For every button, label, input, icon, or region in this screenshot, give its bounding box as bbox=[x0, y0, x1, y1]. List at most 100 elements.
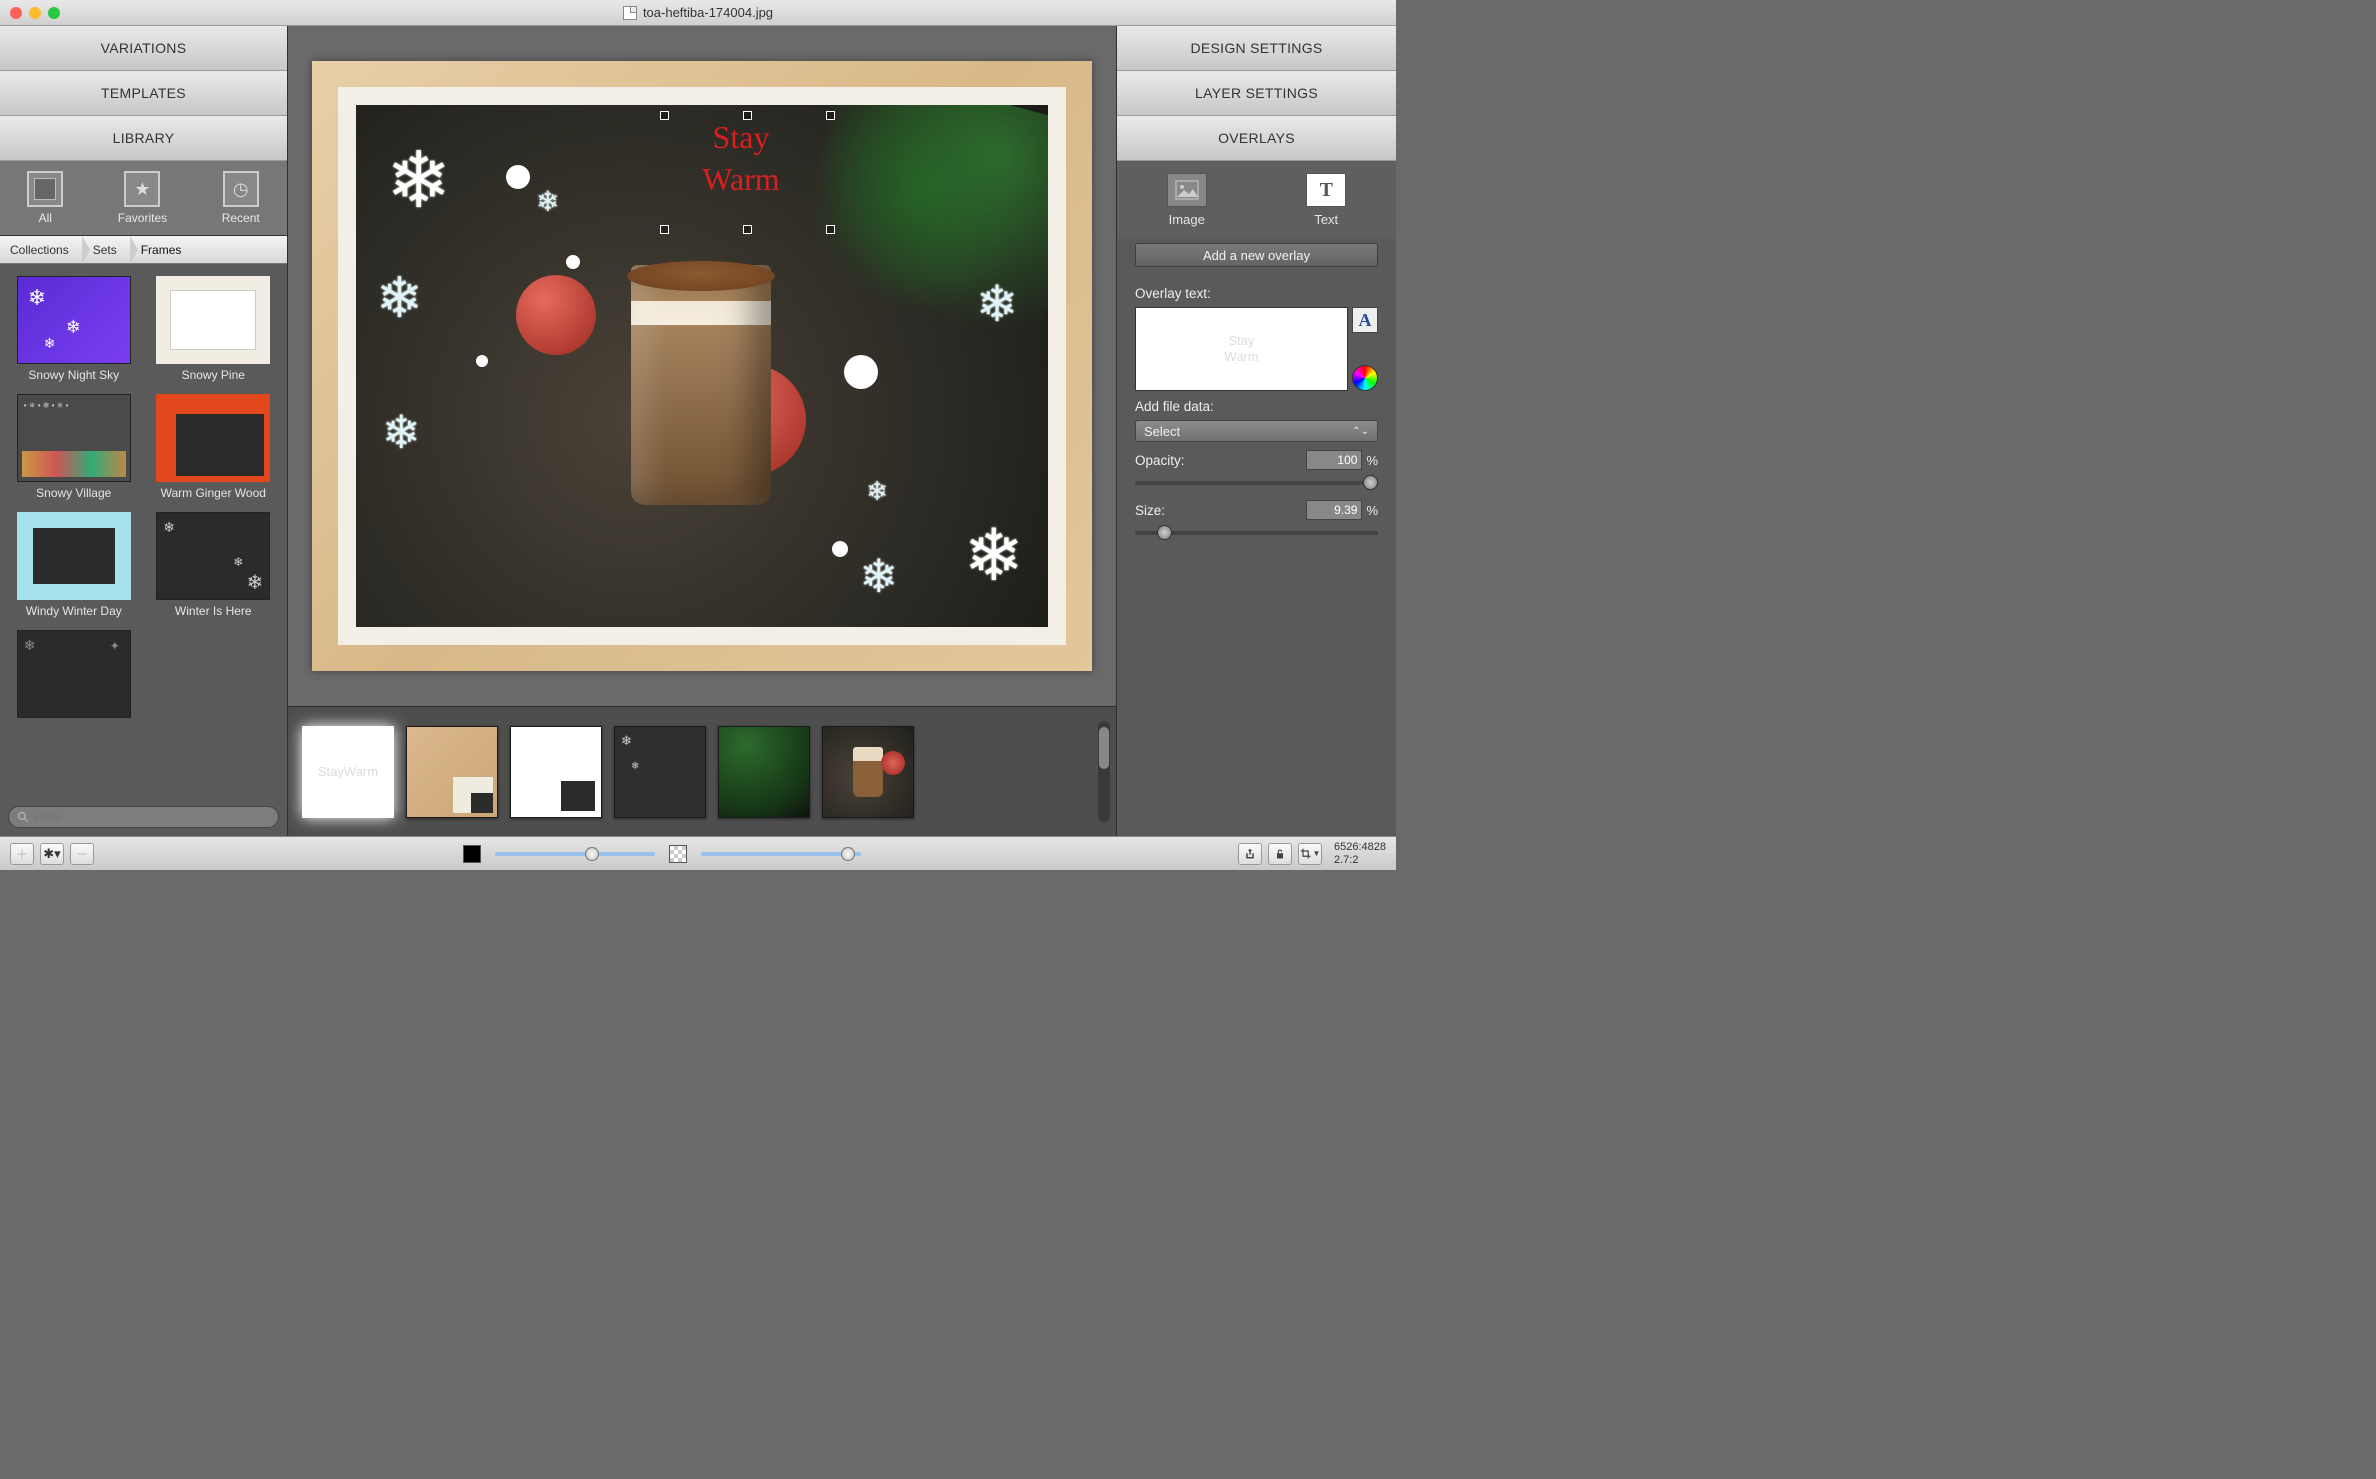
share-icon bbox=[1244, 848, 1256, 860]
layer-strip: Stay Warm ❄ ❄ bbox=[288, 706, 1116, 836]
text-icon: T bbox=[1306, 173, 1346, 207]
overlay-text-label: Overlay text: bbox=[1135, 286, 1378, 301]
frame-item[interactable]: ❄ ❄ ❄ Winter Is Here bbox=[146, 508, 282, 622]
size-input[interactable] bbox=[1306, 500, 1362, 520]
tab-recent[interactable]: ◷ Recent bbox=[222, 171, 260, 225]
accordion-design-settings[interactable]: DESIGN SETTINGS bbox=[1117, 26, 1396, 71]
apple-ornament bbox=[516, 275, 596, 355]
snow-dot bbox=[844, 355, 878, 389]
settings-button[interactable]: ✱▾ bbox=[40, 843, 64, 865]
frame-mat: ❄ ❄ ❄ ❄ ❄ ❄ ❄ ❄ bbox=[338, 87, 1066, 645]
overlay-tab-text[interactable]: T Text bbox=[1306, 173, 1346, 227]
close-window-button[interactable] bbox=[10, 7, 22, 19]
layer-strip-scrollbar[interactable] bbox=[1098, 721, 1110, 822]
snowflake-icon: ❄ bbox=[386, 135, 451, 226]
snow-dot bbox=[832, 541, 848, 557]
add-button[interactable]: ＋ bbox=[10, 843, 34, 865]
zoom-window-button[interactable] bbox=[48, 7, 60, 19]
search-icon bbox=[17, 811, 29, 823]
selection-handle[interactable] bbox=[826, 225, 835, 234]
document-title: toa-heftiba-174004.jpg bbox=[643, 5, 773, 20]
snowflake-icon: ❄ bbox=[976, 275, 1018, 333]
image-dimensions: 6526:4828 bbox=[1334, 841, 1386, 853]
accordion-overlays[interactable]: OVERLAYS bbox=[1117, 116, 1396, 161]
overlay-text-preview[interactable]: Stay Warm bbox=[1135, 307, 1348, 391]
snow-dot bbox=[476, 355, 488, 367]
canvas[interactable]: ❄ ❄ ❄ ❄ ❄ ❄ ❄ ❄ bbox=[288, 26, 1116, 706]
selection-handle[interactable] bbox=[743, 111, 752, 120]
frame-item[interactable]: ❄ ✦ bbox=[6, 626, 142, 726]
layer-thumb[interactable] bbox=[406, 726, 498, 818]
latte-cup bbox=[616, 265, 786, 545]
crop-icon bbox=[1300, 848, 1312, 860]
zoom-slider-right[interactable] bbox=[701, 852, 861, 856]
add-file-data-label: Add file data: bbox=[1135, 399, 1378, 414]
library-grid[interactable]: ❄ ❄ ❄ Snowy Night Sky Snowy Pine • ✳ bbox=[0, 264, 287, 800]
file-data-select[interactable]: Select ⌃⌄ bbox=[1135, 420, 1378, 442]
frame-item[interactable]: • ✳ • ❄ • ✳ • Snowy Village bbox=[6, 390, 142, 504]
overlay-tab-image[interactable]: Image bbox=[1167, 173, 1207, 227]
layer-thumb[interactable] bbox=[822, 726, 914, 818]
frame-item[interactable]: ❄ ❄ ❄ Snowy Night Sky bbox=[6, 272, 142, 386]
accordion-layer-settings[interactable]: LAYER SETTINGS bbox=[1117, 71, 1396, 116]
frame-item[interactable]: Warm Ginger Wood bbox=[146, 390, 282, 504]
breadcrumb-collections[interactable]: Collections bbox=[0, 236, 83, 263]
gear-icon: ✱▾ bbox=[43, 846, 60, 862]
app-window: toa-heftiba-174004.jpg VARIATIONS TEMPLA… bbox=[0, 0, 1396, 870]
lock-button[interactable] bbox=[1268, 843, 1292, 865]
filter-search[interactable] bbox=[8, 806, 279, 828]
selection-handle[interactable] bbox=[826, 111, 835, 120]
zoom-slider-left[interactable] bbox=[495, 852, 655, 856]
accordion-variations[interactable]: VARIATIONS bbox=[0, 26, 287, 71]
window-controls bbox=[10, 7, 60, 19]
accordion-templates[interactable]: TEMPLATES bbox=[0, 71, 287, 116]
font-picker-button[interactable]: A bbox=[1352, 307, 1378, 333]
tab-all[interactable]: All bbox=[27, 171, 63, 225]
snowflake-icon: ❄ bbox=[376, 265, 423, 331]
snowflake-icon: ❄ bbox=[866, 476, 888, 507]
layer-thumb[interactable] bbox=[718, 726, 810, 818]
breadcrumb-sets[interactable]: Sets bbox=[83, 236, 131, 263]
selection-handle[interactable] bbox=[660, 111, 669, 120]
snowflake-icon: ❄ bbox=[859, 549, 898, 603]
opacity-label: Opacity: bbox=[1135, 453, 1185, 468]
footer-bar: ＋ ✱▾ － ▼ 6526:4828 2.7:2 bbox=[0, 836, 1396, 870]
color-picker-button[interactable] bbox=[1352, 365, 1378, 391]
accordion-library[interactable]: LIBRARY bbox=[0, 116, 287, 161]
size-label: Size: bbox=[1135, 503, 1165, 518]
opacity-input[interactable] bbox=[1306, 450, 1362, 470]
share-button[interactable] bbox=[1238, 843, 1262, 865]
titlebar: toa-heftiba-174004.jpg bbox=[0, 0, 1396, 26]
snowflake-icon: ❄ bbox=[382, 405, 421, 459]
snow-dot bbox=[566, 255, 580, 269]
layer-thumb-text[interactable]: Stay Warm bbox=[302, 726, 394, 818]
layer-thumb[interactable] bbox=[510, 726, 602, 818]
overlay-type-tabs: Image T Text bbox=[1117, 161, 1396, 239]
overlay-text[interactable]: Stay Warm bbox=[656, 117, 826, 227]
snowflake-icon: ❄ bbox=[964, 513, 1024, 597]
layer-thumb[interactable]: ❄ ❄ bbox=[614, 726, 706, 818]
photo: ❄ ❄ ❄ ❄ ❄ ❄ ❄ ❄ bbox=[356, 105, 1048, 627]
size-slider[interactable] bbox=[1135, 524, 1378, 542]
tab-favorites[interactable]: ★ Favorites bbox=[118, 171, 167, 225]
selection-handle[interactable] bbox=[743, 225, 752, 234]
minimize-window-button[interactable] bbox=[29, 7, 41, 19]
search-container bbox=[0, 800, 287, 836]
crop-button[interactable]: ▼ bbox=[1298, 843, 1322, 865]
selection-handle[interactable] bbox=[660, 225, 669, 234]
bg-color-swatch[interactable] bbox=[463, 845, 481, 863]
checker-swatch[interactable] bbox=[669, 845, 687, 863]
right-sidebar: DESIGN SETTINGS LAYER SETTINGS OVERLAYS … bbox=[1116, 26, 1396, 836]
add-overlay-button[interactable]: Add a new overlay bbox=[1135, 243, 1378, 267]
breadcrumb-frames[interactable]: Frames bbox=[131, 236, 196, 263]
snowflake-icon: ❄ bbox=[536, 185, 559, 218]
frame-item[interactable]: Snowy Pine bbox=[146, 272, 282, 386]
filter-input[interactable] bbox=[35, 810, 270, 824]
frame-item[interactable]: Windy Winter Day bbox=[6, 508, 142, 622]
snow-dot bbox=[506, 165, 530, 189]
chevron-updown-icon: ⌃⌄ bbox=[1352, 426, 1369, 437]
remove-button[interactable]: － bbox=[70, 843, 94, 865]
opacity-slider[interactable] bbox=[1135, 474, 1378, 492]
left-sidebar: VARIATIONS TEMPLATES LIBRARY All ★ Favor… bbox=[0, 26, 288, 836]
breadcrumb: Collections Sets Frames bbox=[0, 236, 287, 264]
